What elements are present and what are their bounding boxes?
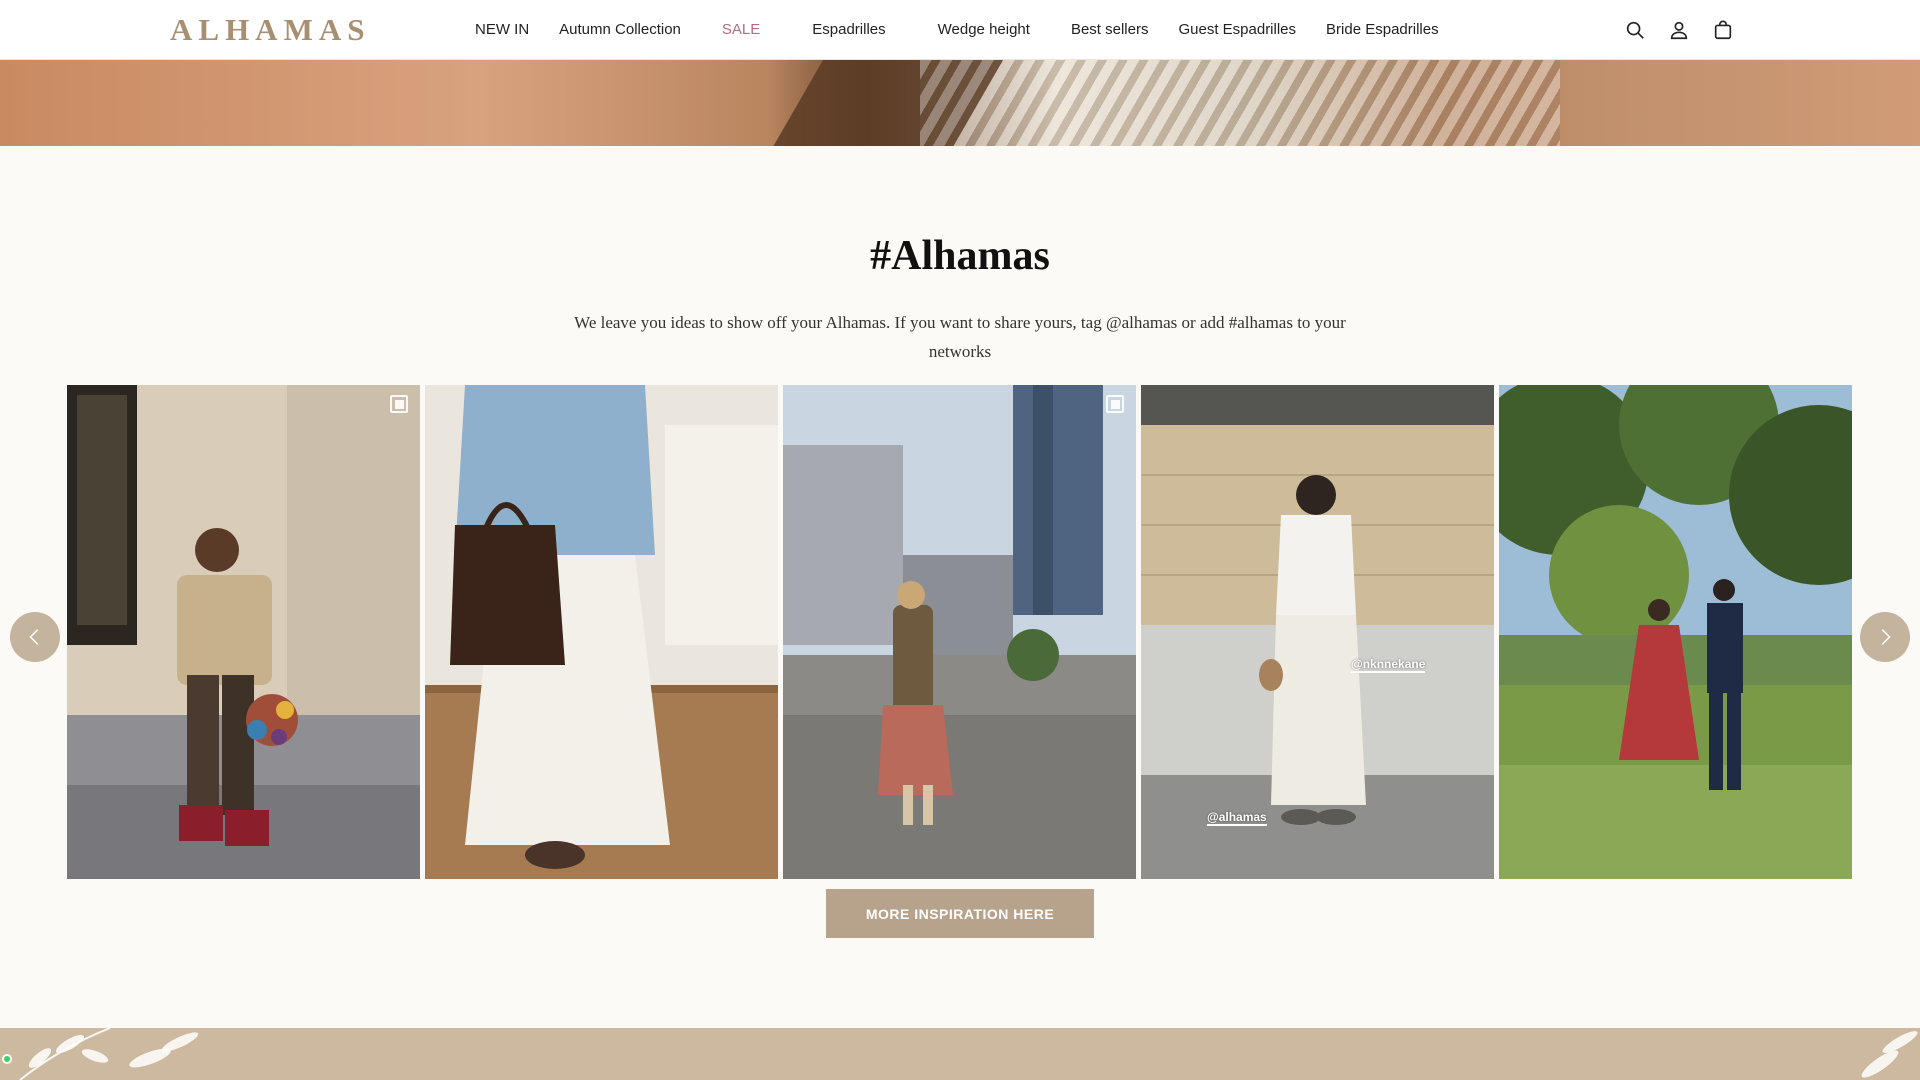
chevron-right-icon	[1881, 629, 1891, 645]
section-description: We leave you ideas to show off your Alha…	[574, 313, 1346, 361]
gallery-photo-3	[783, 385, 1136, 879]
hero-image-strip	[0, 60, 1920, 146]
nav-item-bride-espadrilles[interactable]: Bride Espadrilles	[1311, 0, 1454, 60]
hero-woven-texture	[920, 60, 1560, 146]
nav-item-sale[interactable]: SALE	[696, 0, 786, 60]
chevron-left-icon	[29, 629, 39, 645]
nav-item-wedge-height[interactable]: Wedge height	[912, 0, 1056, 60]
gallery-tile[interactable]	[425, 385, 778, 879]
gallery-photo-2	[425, 385, 778, 879]
cart-icon[interactable]	[1708, 15, 1738, 45]
nav-item-espadrilles[interactable]: Espadrilles	[786, 0, 911, 60]
status-dot	[2, 1054, 12, 1064]
leaf-pattern-right	[1861, 1031, 1918, 1078]
leaf-pattern-left	[19, 1028, 199, 1080]
gallery-tile[interactable]: @nknnekane @alhamas	[1141, 385, 1494, 879]
gallery-tile[interactable]	[783, 385, 1136, 879]
gallery-prev-button[interactable]	[10, 612, 60, 662]
nav-item-guest-espadrilles[interactable]: Guest Espadrilles	[1163, 0, 1311, 60]
nav-item-new-in[interactable]: NEW IN	[460, 0, 544, 60]
gallery-tile[interactable]	[1499, 385, 1852, 879]
gallery-photo-1	[67, 385, 420, 879]
nav-item-autumn-collection[interactable]: Autumn Collection	[544, 0, 696, 60]
more-inspiration-button[interactable]: MORE INSPIRATION HERE	[826, 889, 1094, 938]
gallery-tile[interactable]	[67, 385, 420, 879]
nav-item-best-sellers[interactable]: Best sellers	[1056, 0, 1164, 60]
inspiration-gallery: @nknnekane @alhamas	[67, 385, 1853, 879]
brand-logo[interactable]: ALHAMAS	[170, 10, 370, 50]
account-icon[interactable]	[1664, 15, 1694, 45]
site-header: ALHAMAS NEW IN Autumn Collection SALE Es…	[0, 0, 1920, 60]
header-icons	[1620, 0, 1738, 60]
gallery-next-button[interactable]	[1860, 612, 1910, 662]
section-title: #Alhamas	[870, 233, 1050, 279]
main-nav: NEW IN Autumn Collection SALE Espadrille…	[460, 0, 1454, 60]
footer-decor-band	[0, 1028, 1920, 1080]
search-icon[interactable]	[1620, 15, 1650, 45]
photo-tag-brand: @alhamas	[1207, 810, 1267, 826]
carousel-post-icon	[1106, 395, 1124, 413]
photo-tag-user: @nknnekane	[1351, 657, 1426, 673]
gallery-photo-4	[1141, 385, 1494, 879]
carousel-post-icon	[390, 395, 408, 413]
gallery-photo-5	[1499, 385, 1852, 879]
